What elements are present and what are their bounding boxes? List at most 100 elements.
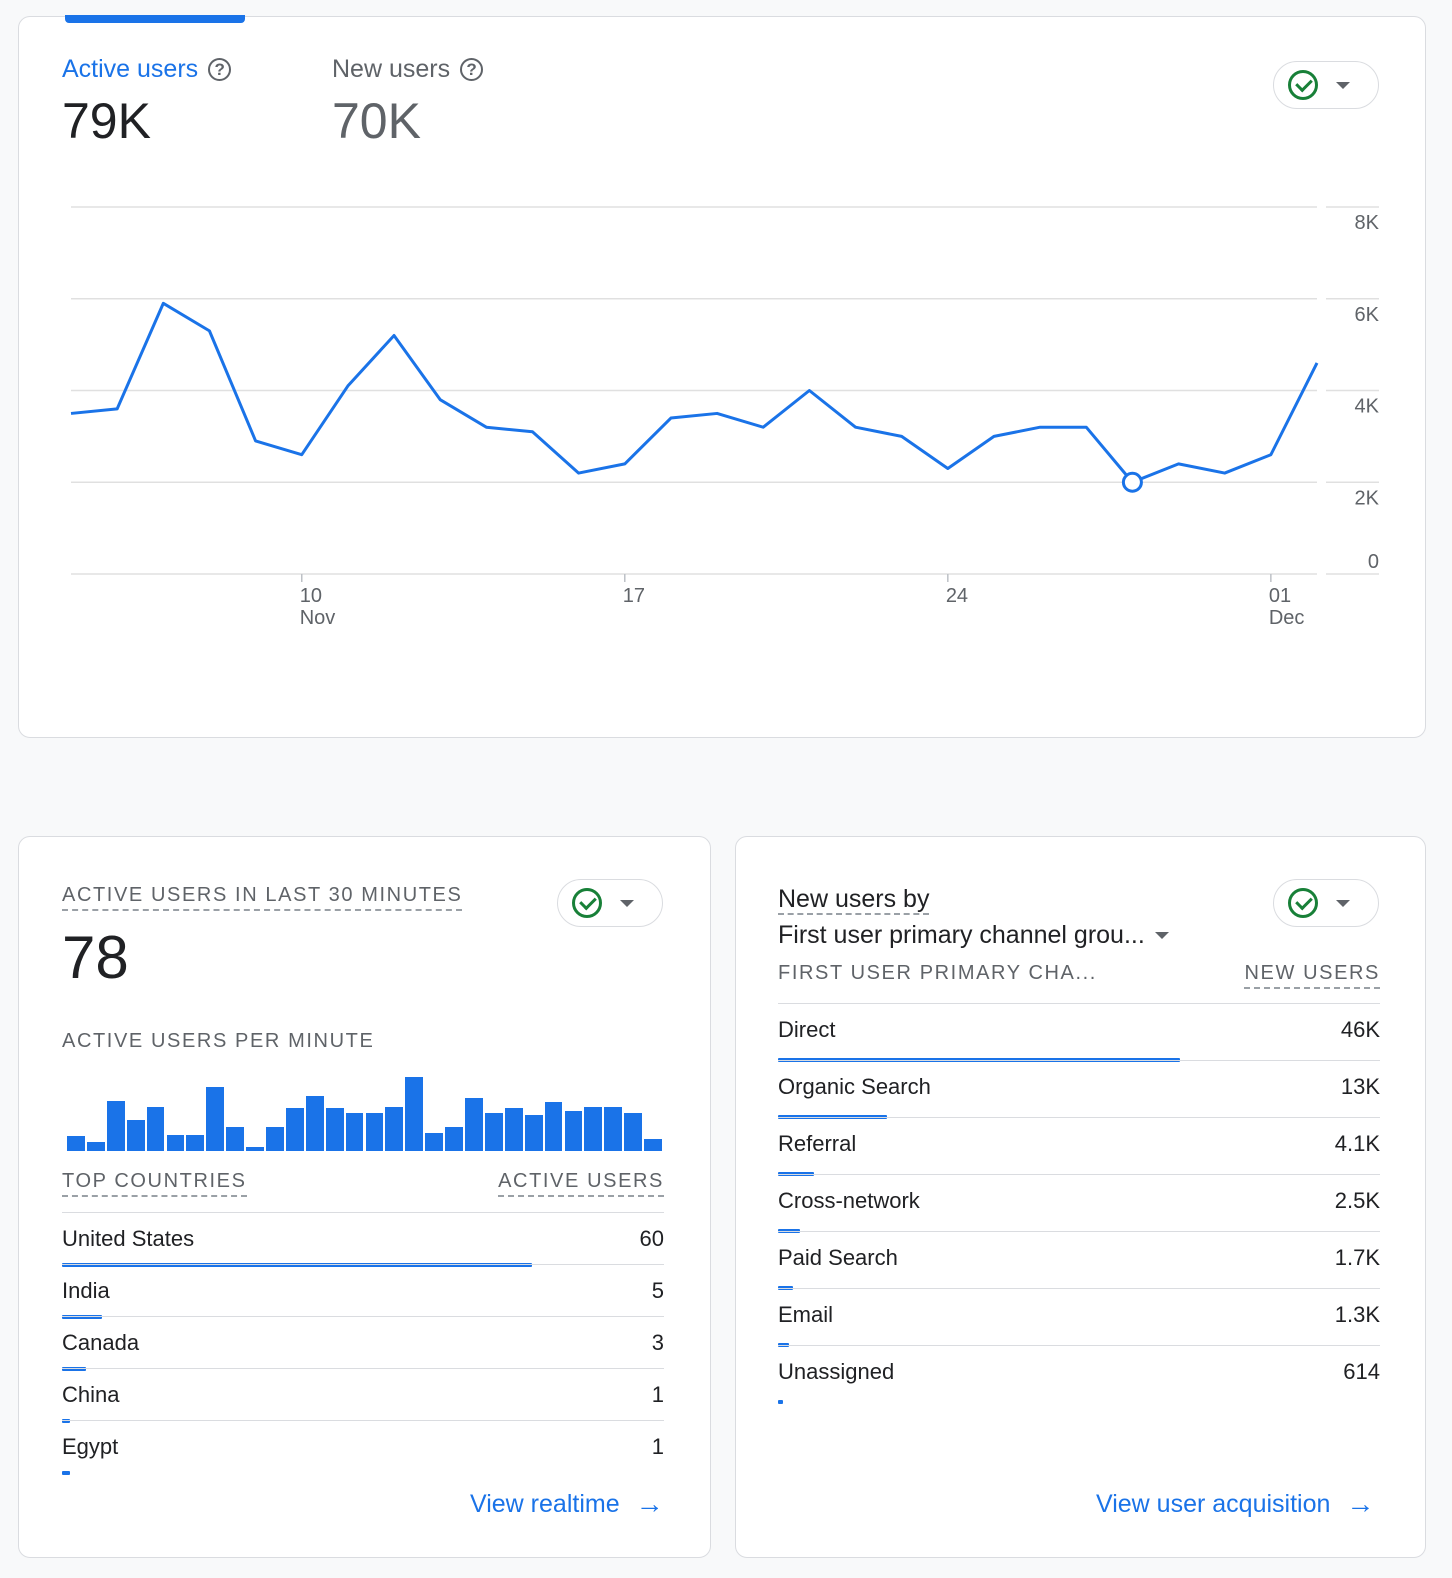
per-minute-bar[interactable]: [425, 1133, 444, 1151]
column-header[interactable]: TOP COUNTRIES: [62, 1170, 247, 1197]
dimension-label: First user primary channel grou...: [778, 921, 1145, 949]
overview-card: Active users ? 79K New users ? 70K 0 2K 4K…: [18, 15, 1426, 738]
row-share-bar: [778, 1400, 784, 1404]
table-row[interactable]: China 1: [62, 1368, 664, 1423]
row-label: United States: [62, 1226, 195, 1251]
y-tick-label: 2K: [1355, 487, 1380, 509]
x-tick-label: 10: [300, 585, 322, 607]
y-tick-label: 4K: [1355, 396, 1380, 418]
per-minute-bar[interactable]: [524, 1115, 543, 1151]
per-minute-bar[interactable]: [226, 1127, 245, 1151]
caret-down-icon: [620, 899, 634, 907]
check-circle-icon: [572, 888, 602, 918]
row-label: Unassigned: [778, 1359, 895, 1384]
per-minute-bar[interactable]: [67, 1136, 85, 1151]
table-row[interactable]: India 5: [62, 1264, 664, 1319]
row-value: 3: [651, 1330, 664, 1355]
per-minute-bar[interactable]: [564, 1111, 583, 1151]
column-header[interactable]: FIRST USER PRIMARY CHA...: [778, 962, 1097, 989]
x-tick-month-label: Nov: [300, 607, 336, 629]
per-minute-bar[interactable]: [325, 1108, 344, 1151]
per-minute-bar[interactable]: [305, 1096, 324, 1151]
per-minute-bar[interactable]: [345, 1112, 364, 1151]
per-minute-bar[interactable]: [365, 1112, 384, 1151]
row-share-bar: [62, 1471, 70, 1475]
row-value: 5: [651, 1278, 664, 1303]
per-minute-bar[interactable]: [445, 1127, 463, 1151]
y-tick-label: 8K: [1355, 212, 1380, 234]
table-row[interactable]: Egypt 1: [62, 1420, 664, 1475]
per-minute-bar[interactable]: [285, 1108, 304, 1151]
realtime-title[interactable]: ACTIVE USERS IN LAST 30 MINUTES: [62, 884, 463, 911]
per-minute-bar[interactable]: [584, 1106, 603, 1151]
y-tick-label: 6K: [1355, 304, 1380, 326]
column-header[interactable]: ACTIVE USERS: [498, 1170, 664, 1197]
row-label: Egypt: [62, 1434, 119, 1459]
acquisition-title-metric[interactable]: New users by: [778, 885, 930, 915]
acquisition-card: New users by First user primary channel …: [735, 836, 1426, 1558]
per-minute-bar[interactable]: [206, 1087, 225, 1151]
row-value: 2.5K: [1334, 1188, 1380, 1213]
per-minute-bar[interactable]: [126, 1119, 145, 1151]
table-row[interactable]: Referral 4.1K: [778, 1117, 1380, 1176]
y-tick-label: 0: [1368, 551, 1379, 573]
data-quality-menu-button[interactable]: [557, 879, 663, 927]
row-label: Email: [778, 1302, 834, 1327]
x-tick-label: 17: [623, 585, 645, 607]
data-point-marker[interactable]: [1121, 471, 1143, 493]
link-label: View realtime: [470, 1489, 620, 1518]
link-label: View user acquisition: [1096, 1489, 1331, 1518]
table-row[interactable]: Cross-network 2.5K: [778, 1174, 1380, 1233]
row-label: Organic Search: [778, 1074, 931, 1099]
row-value: 4.1K: [1334, 1131, 1380, 1156]
per-minute-bar[interactable]: [246, 1146, 264, 1151]
check-circle-icon: [1288, 888, 1318, 918]
row-label: India: [62, 1278, 110, 1303]
row-value: 46K: [1340, 1017, 1380, 1042]
realtime-count: 78: [62, 924, 129, 991]
view-user-acquisition-link[interactable]: View user acquisition →: [1096, 1488, 1374, 1520]
per-minute-bar[interactable]: [484, 1112, 503, 1151]
per-minute-bar[interactable]: [385, 1106, 404, 1151]
per-minute-label: ACTIVE USERS PER MINUTE: [62, 1030, 375, 1052]
row-value: 13K: [1340, 1074, 1380, 1099]
per-minute-bar[interactable]: [405, 1077, 424, 1151]
per-minute-bar[interactable]: [266, 1127, 284, 1151]
per-minute-bar[interactable]: [166, 1134, 185, 1151]
arrow-right-icon: →: [635, 1488, 664, 1519]
column-header[interactable]: NEW USERS: [1244, 962, 1380, 989]
per-minute-bar[interactable]: [544, 1102, 563, 1151]
series-line[interactable]: [70, 301, 1319, 484]
data-quality-menu-button[interactable]: [1273, 879, 1379, 927]
per-minute-bar[interactable]: [186, 1134, 205, 1151]
per-minute-bar[interactable]: [504, 1108, 523, 1151]
table-row[interactable]: Email 1.3K: [778, 1288, 1380, 1347]
view-realtime-link[interactable]: View realtime →: [470, 1488, 664, 1520]
line-chart: 0 2K 4K 6K 8K 10Nov 17 24 01Dec: [70, 206, 1380, 629]
dimension-selector[interactable]: First user primary channel grou...: [778, 917, 1169, 953]
x-tick-month-label: Dec: [1269, 607, 1305, 629]
table-row[interactable]: Paid Search 1.7K: [778, 1231, 1380, 1290]
per-minute-bar-chart: [67, 1063, 664, 1151]
arrow-right-icon: →: [1346, 1488, 1375, 1519]
row-label: Cross-network: [778, 1188, 920, 1213]
per-minute-bar[interactable]: [106, 1100, 125, 1151]
table-row[interactable]: Unassigned 614: [778, 1345, 1380, 1404]
table-row[interactable]: Canada 3: [62, 1316, 664, 1371]
row-value: 1: [651, 1434, 664, 1459]
per-minute-bar[interactable]: [86, 1142, 105, 1151]
per-minute-bar[interactable]: [146, 1106, 165, 1151]
row-label: Canada: [62, 1330, 140, 1355]
table-row[interactable]: Direct 46K: [778, 1003, 1380, 1062]
per-minute-bar[interactable]: [644, 1139, 662, 1151]
x-tick-label: 01: [1269, 585, 1291, 607]
table-row[interactable]: United States 60: [62, 1212, 664, 1267]
per-minute-bar[interactable]: [604, 1106, 623, 1151]
caret-down-icon: [1154, 931, 1169, 939]
per-minute-bar[interactable]: [465, 1097, 483, 1151]
row-label: Paid Search: [778, 1245, 898, 1270]
row-label: China: [62, 1382, 120, 1407]
table-row[interactable]: Organic Search 13K: [778, 1060, 1380, 1119]
row-value: 1.3K: [1334, 1302, 1380, 1327]
per-minute-bar[interactable]: [624, 1112, 643, 1151]
